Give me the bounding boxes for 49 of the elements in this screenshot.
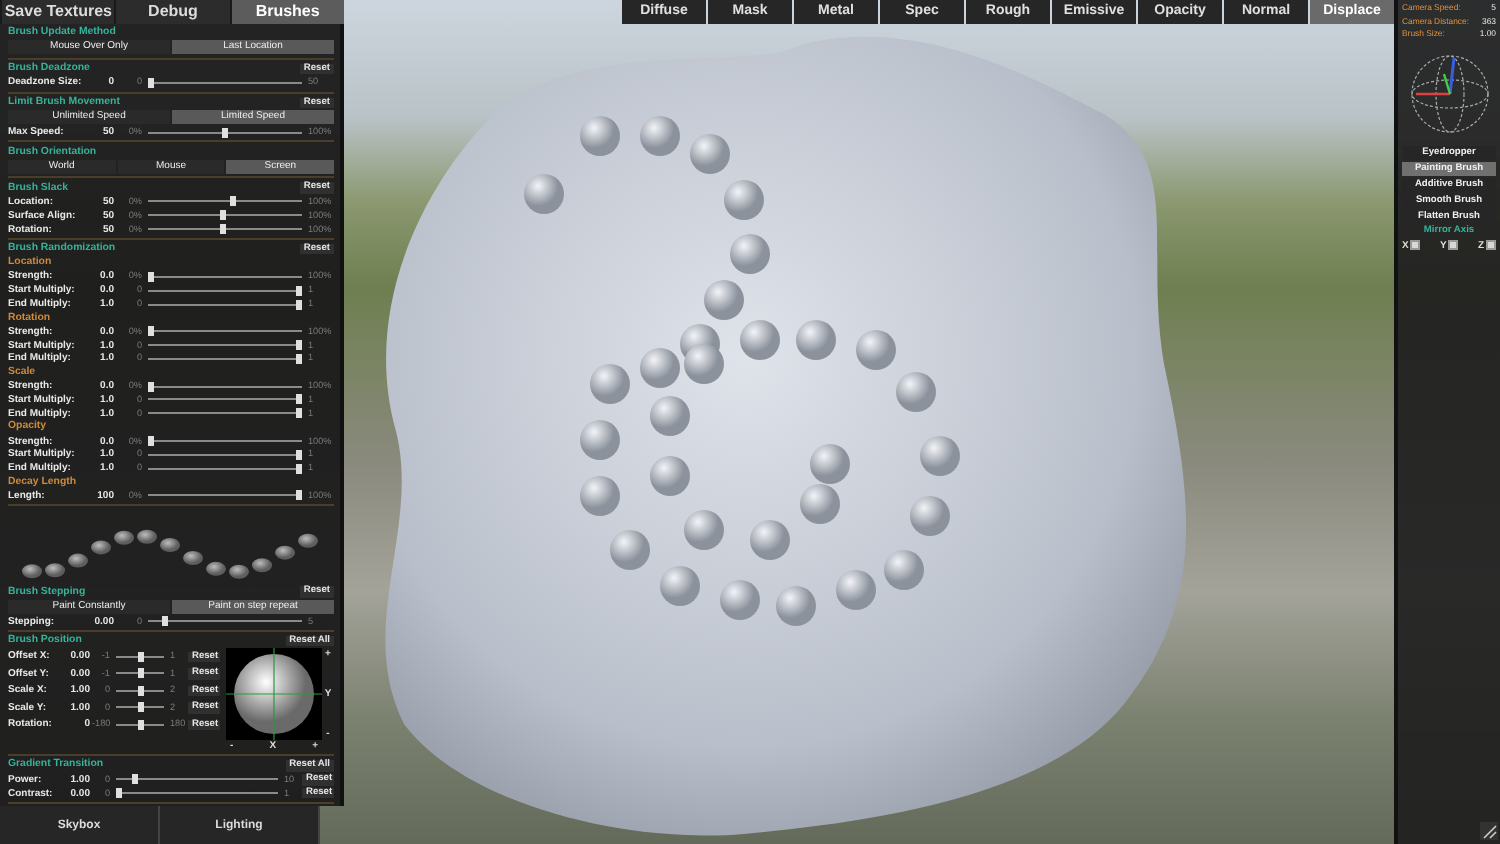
mirror-checkbox[interactable] <box>1410 240 1421 251</box>
mirror-checkbox[interactable] <box>1486 240 1496 251</box>
mirror-checkbox[interactable] <box>1448 240 1459 251</box>
slider-track[interactable] <box>148 299 302 310</box>
slider-thumb[interactable] <box>219 210 226 221</box>
slider-thumb[interactable] <box>137 719 143 730</box>
slider-thumb[interactable] <box>296 463 302 474</box>
slider-track[interactable] <box>116 788 278 799</box>
slider-track[interactable] <box>148 436 302 447</box>
slider-track[interactable] <box>148 449 302 460</box>
slider-thumb[interactable] <box>219 224 226 235</box>
slider-thumb[interactable] <box>296 490 302 501</box>
slider-thumb[interactable] <box>296 285 302 296</box>
slider-track[interactable] <box>148 340 302 351</box>
position-pad[interactable] <box>226 648 322 741</box>
slider-thumb[interactable] <box>229 196 236 207</box>
slider-thumb[interactable] <box>148 326 154 337</box>
slider-thumb[interactable] <box>296 299 302 310</box>
slider-thumb[interactable] <box>137 651 143 662</box>
slider-thumb[interactable] <box>296 449 302 460</box>
slider-track[interactable] <box>148 408 302 419</box>
slider-track[interactable] <box>148 394 302 405</box>
slider-track[interactable] <box>148 326 302 337</box>
slider-track[interactable] <box>148 381 302 392</box>
top-tab[interactable]: Brushes <box>231 0 344 24</box>
slider-thumb[interactable] <box>148 271 154 282</box>
slider-thumb[interactable] <box>148 77 154 88</box>
slider-thumb[interactable] <box>148 436 154 447</box>
slider-thumb[interactable] <box>148 381 154 392</box>
slider-thumb[interactable] <box>296 394 302 405</box>
slider-thumb[interactable] <box>137 668 143 679</box>
slider-thumb[interactable] <box>162 616 169 627</box>
slider-thumb[interactable] <box>296 340 302 351</box>
slider-track[interactable] <box>148 77 302 88</box>
slider-thumb[interactable] <box>296 408 302 419</box>
top-tab[interactable]: Save Textures <box>2 0 115 24</box>
slider-track[interactable] <box>148 463 302 474</box>
slider-track[interactable] <box>148 353 302 364</box>
slider-thumb[interactable] <box>137 702 143 713</box>
resize-icon[interactable] <box>1480 822 1498 840</box>
slider-track[interactable] <box>148 490 302 501</box>
slider-track[interactable] <box>148 271 302 282</box>
slider-thumb[interactable] <box>296 353 302 364</box>
slider-thumb[interactable] <box>137 685 143 696</box>
slider-thumb[interactable] <box>222 127 228 138</box>
slider-track[interactable] <box>148 285 302 296</box>
slider-thumb[interactable] <box>131 774 138 785</box>
slider-thumb[interactable] <box>116 788 122 799</box>
top-tab[interactable]: Debug <box>116 0 230 24</box>
